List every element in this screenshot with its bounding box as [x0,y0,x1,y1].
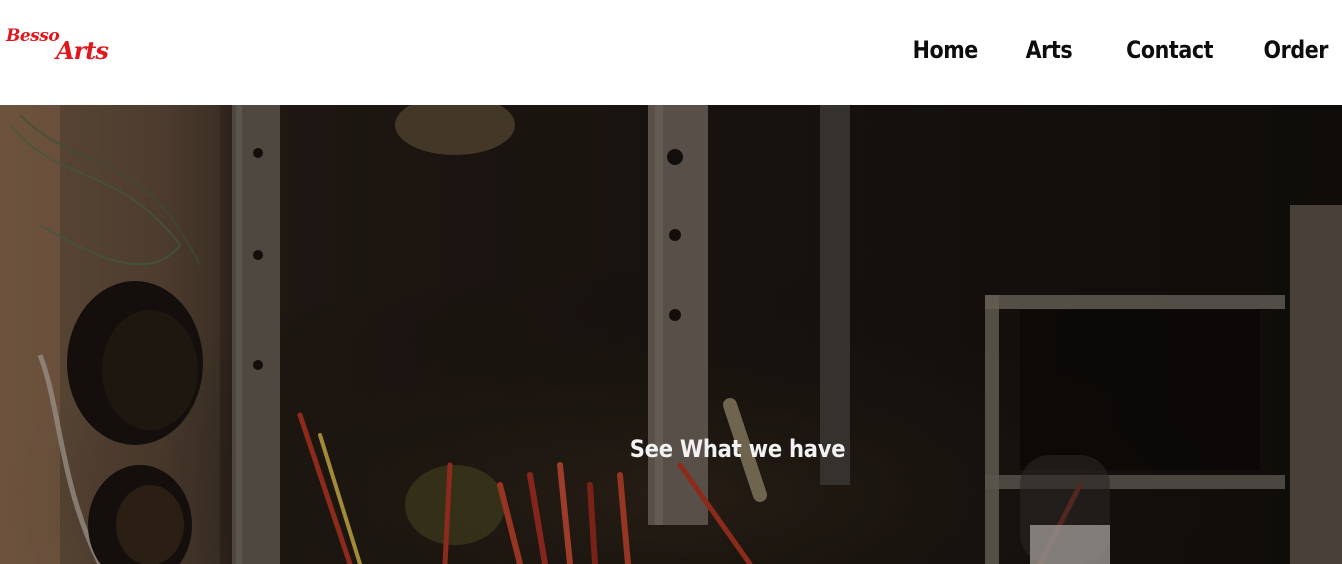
hero-title-text: See What we have [629,435,846,463]
hero-section: See What we have [0,105,1342,564]
nav-home-link[interactable]: Home [912,36,978,64]
main-nav: Home Arts Contact Order [862,30,1328,70]
hero-title: See What we have [0,435,1342,463]
logo-text-line2: Arts [56,36,109,65]
logo-text-line1: Besso [6,26,60,46]
nav-arts-link[interactable]: Arts [1025,36,1072,64]
nav-contact-link[interactable]: Contact [1126,36,1213,64]
brand-logo[interactable]: Besso Arts [6,26,110,66]
nav-order-link[interactable]: Order [1263,36,1328,64]
site-header: Besso Arts Home Arts Contact Order [0,0,1342,105]
hero-background-image [0,105,1342,564]
